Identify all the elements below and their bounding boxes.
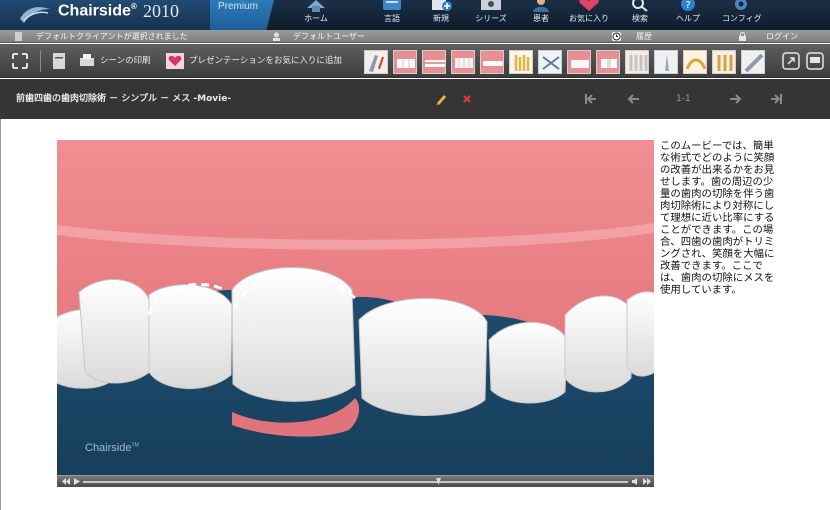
edition-badge: Premium [210,0,274,30]
help-icon: ? [681,0,695,11]
last-scene-icon[interactable] [769,92,783,106]
print-icon [80,54,94,66]
scene-thumbnail[interactable] [712,50,736,74]
scene-thumbnail[interactable] [625,50,649,74]
client-status: デフォルトクライアントが選択されました [36,32,188,41]
fast-forward-icon[interactable] [642,477,652,486]
brand-year: 2010 [143,1,179,21]
rewind-icon[interactable] [61,477,71,486]
video-seek-track[interactable] [83,481,628,483]
history-label: 履歴 [636,32,652,41]
brand-name: Chairside® [58,2,137,20]
login-label: ログイン [766,32,798,41]
toolbar-divider [40,50,41,72]
scene-thumbnail[interactable] [451,50,475,74]
brand-area: Chairside® 2010 [0,0,212,30]
svg-text:?: ? [685,0,690,11]
favorites-icon [579,0,599,11]
history-button[interactable]: 履歴 [608,31,672,42]
status-bar: デフォルトクライアントが選択されました デフォルトユーザー 履歴 ログイン [0,30,830,43]
previous-scene-icon[interactable] [626,92,640,106]
scene-thumbnail[interactable] [422,50,446,74]
scene-thumbnail[interactable] [683,50,707,74]
scene-description: このムービーでは、簡単な術式でどのように笑顔の改善が出来るかをお見せします。歯の… [660,140,775,296]
config-icon [735,0,747,10]
gum-teeth-illustration [57,140,654,486]
seek-handle-icon[interactable] [435,477,442,486]
fullscreen-icon[interactable] [11,52,29,70]
nav-config-label: コンフィグ [722,14,762,23]
print-scene-button[interactable]: シーンの印刷 [78,44,154,78]
clock-icon [612,32,621,41]
movie-frame[interactable]: ChairsideTM [57,140,654,486]
toolbar: シーンの印刷 プレゼンテーションをお気に入りに追加 [0,44,830,78]
search-icon [632,0,648,12]
nav-favorites-label: お気に入り [569,14,609,23]
print-scene-label: シーンの印刷 [100,56,151,66]
volume-icon[interactable] [631,477,641,486]
scene-thumbnail[interactable] [538,50,562,74]
scene-thumbnail[interactable] [364,50,388,74]
nav-search-label: 検索 [632,14,648,23]
nav-help-label: ヘルプ [676,14,700,23]
scene-thumbnail[interactable] [393,50,417,74]
nav-favorites[interactable]: お気に入り [567,0,611,30]
scene-thumbnail[interactable] [654,50,678,74]
nav-home[interactable]: ホーム [298,0,334,30]
scene-thumbnail[interactable] [509,50,533,74]
series-icon [481,0,501,10]
user-status: デフォルトユーザー [293,32,365,41]
video-player-controls [57,475,654,487]
new-icon [432,0,452,11]
add-favorite-button[interactable]: プレゼンテーションをお気に入りに追加 [166,44,346,78]
nav-patient-label: 患者 [533,14,549,23]
client-icon [15,32,22,41]
nav-patient[interactable]: 患者 [528,0,554,30]
play-icon[interactable] [72,477,82,486]
lock-icon [739,32,746,41]
scene-thumbnail[interactable] [596,50,620,74]
nav-language-label: 言語 [384,14,400,23]
scene-pager: 1-1 [676,94,691,104]
login-button[interactable]: ログイン [736,31,806,42]
nav-search[interactable]: 検索 [624,0,656,30]
nav-config[interactable]: コンフィグ [722,0,762,30]
scene-thumbnail[interactable] [567,50,591,74]
document-icon[interactable] [50,52,68,70]
content-area: ChairsideTM このムービーでは、簡単な術式でどのように笑顔の改善が出来… [0,119,830,510]
delete-icon[interactable] [460,92,474,106]
nav-series[interactable]: シリーズ [473,0,509,30]
scene-thumbnail[interactable] [741,50,765,74]
nav-new[interactable]: 新規 [427,0,455,30]
scene-title: 前歯四歯の歯肉切除術 － シンプル － メス -Movie- [16,94,232,104]
app-header: Chairside® 2010 Premium ホーム 言語 新規 シリーズ 患… [0,0,830,30]
nav-help[interactable]: ? ヘルプ [673,0,703,30]
nav-new-label: 新規 [433,14,449,23]
presentation-icon[interactable] [806,52,824,70]
add-favorite-label: プレゼンテーションをお気に入りに追加 [189,56,342,66]
heart-icon [166,53,184,69]
nav-series-label: シリーズ [475,14,507,23]
patient-icon [533,0,549,12]
nav-home-label: ホーム [304,14,328,23]
nav-language[interactable]: 言語 [377,0,407,30]
scene-title-bar: 前歯四歯の歯肉切除術 － シンプル － メス -Movie- 1-1 [0,79,830,119]
user-icon [273,32,280,41]
scene-thumbnail[interactable] [480,50,504,74]
window-mode-icon[interactable] [782,52,800,70]
language-icon [383,0,401,10]
home-icon [307,0,325,12]
edit-icon[interactable] [434,92,448,106]
next-scene-icon[interactable] [729,92,743,106]
chairside-logo-icon [20,7,50,23]
first-scene-icon[interactable] [584,92,598,106]
video-watermark: ChairsideTM [85,442,139,454]
